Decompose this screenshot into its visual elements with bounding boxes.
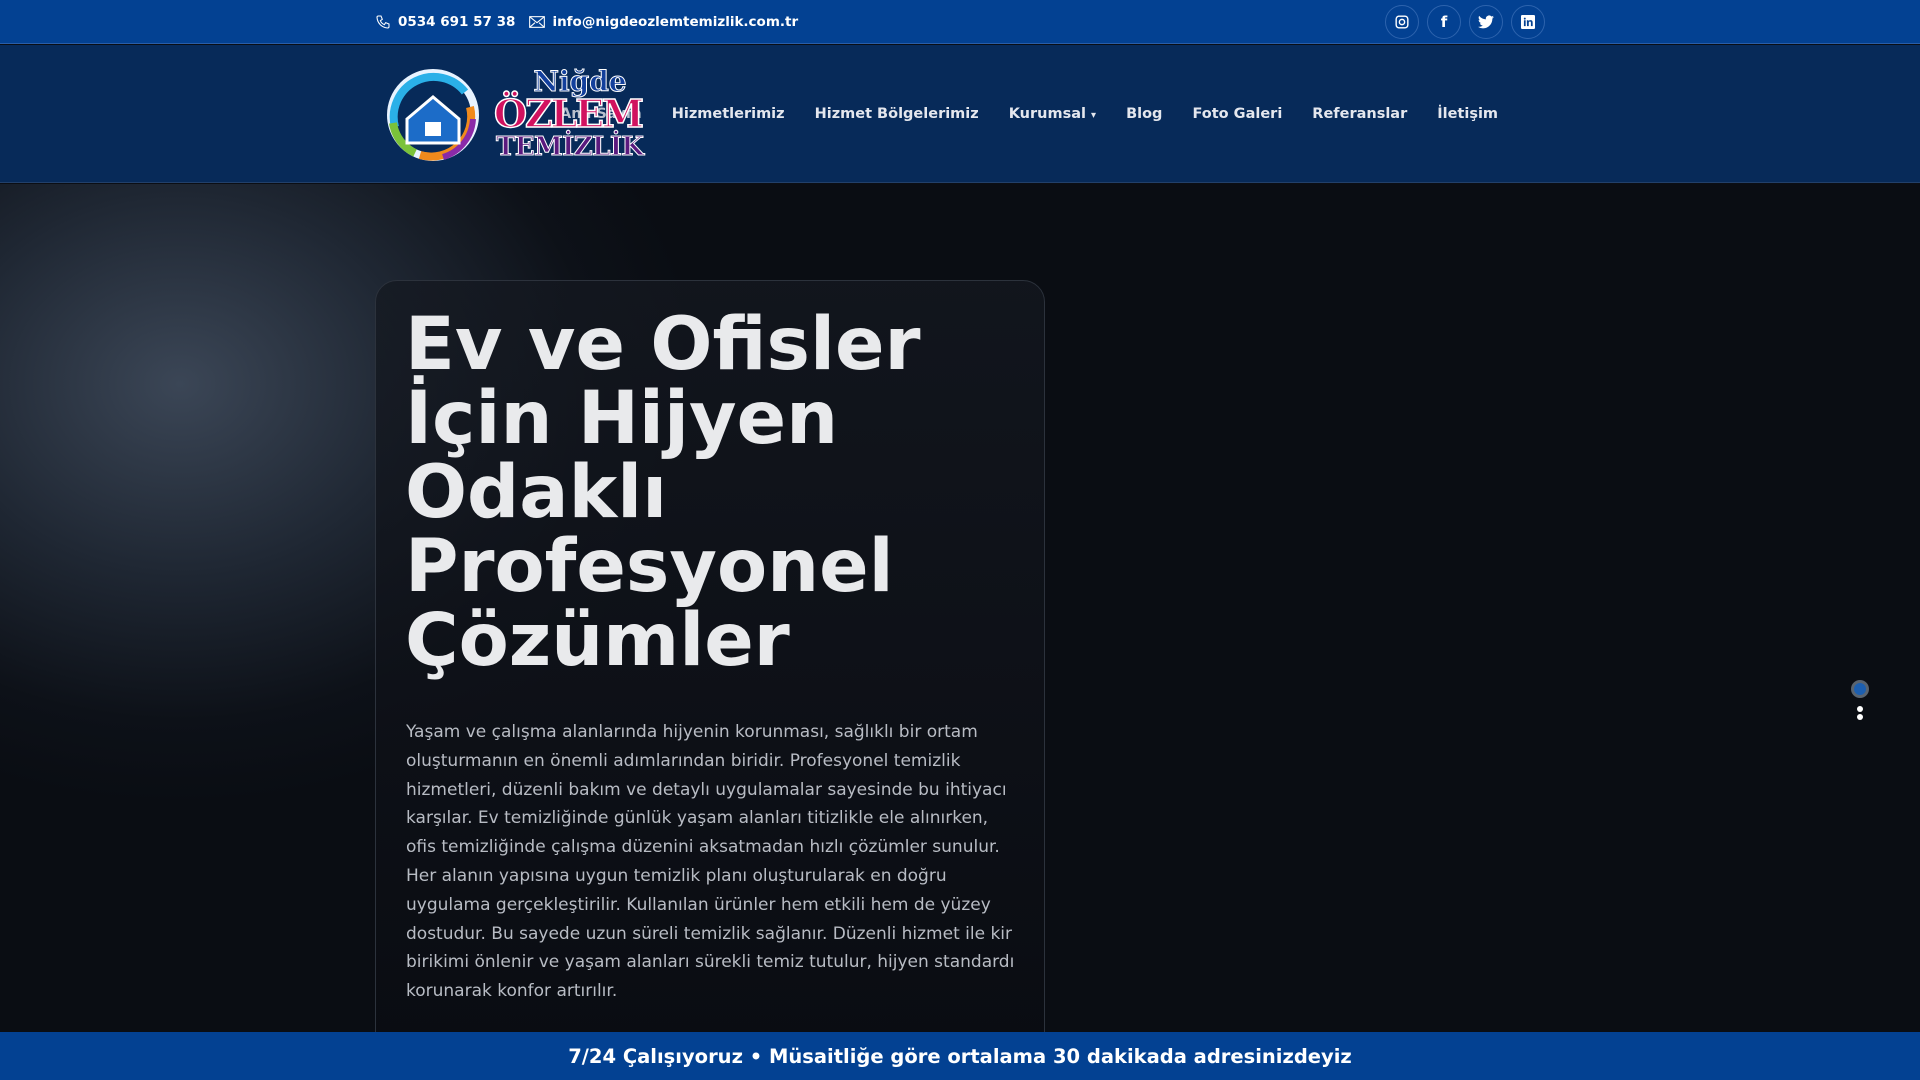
phone-number: 0534 691 57 38 xyxy=(398,14,516,30)
company-logo[interactable]: Niğde ÖZLEM TEMİZLİK xyxy=(375,67,655,162)
svg-text:ÖZLEM: ÖZLEM xyxy=(494,91,644,136)
chevron-down-icon: ▾ xyxy=(1091,110,1097,121)
slider-dot-active[interactable] xyxy=(1851,680,1869,698)
top-bar: 0534 691 57 38 info@nigdeozlemtemizlik.c… xyxy=(0,0,1920,44)
nav-item-hizmet-bolgelerimiz[interactable]: Hizmet Bölgelerimiz xyxy=(815,106,979,122)
linkedin-icon[interactable] xyxy=(1511,5,1545,39)
phone-icon xyxy=(376,15,390,29)
slider-dot[interactable] xyxy=(1857,714,1863,720)
main-header: Ana Sayfa Hizmetlerimiz Hizmet Bölgeleri… xyxy=(0,45,1920,183)
twitter-icon[interactable] xyxy=(1469,5,1503,39)
section-navigation xyxy=(1851,680,1869,720)
email-address: info@nigdeozlemtemizlik.com.tr xyxy=(552,14,799,30)
nav-item-blog[interactable]: Blog xyxy=(1126,106,1162,122)
nav-item-iletisim[interactable]: İletişim xyxy=(1437,106,1498,122)
nav-item-label: Kurumsal xyxy=(1008,106,1086,122)
announcement-bar: 7/24 Çalışıyoruz • Müsaitliğe göre ortal… xyxy=(0,1032,1920,1080)
main-nav: Ana Sayfa Hizmetlerimiz Hizmet Bölgeleri… xyxy=(560,45,1498,183)
hero-description: Yaşam ve çalışma alanlarında hijyenin ko… xyxy=(406,722,1015,1002)
hero-title: Ev ve Ofisler İçin Hijyen Odaklı Profesy… xyxy=(405,302,921,683)
phone-link[interactable]: 0534 691 57 38 xyxy=(375,14,515,30)
facebook-icon[interactable]: f xyxy=(1427,5,1461,39)
nav-item-hizmetlerimiz[interactable]: Hizmetlerimiz xyxy=(672,106,785,122)
announcement-text: 7/24 Çalışıyoruz • Müsaitliğe göre ortal… xyxy=(568,1044,1352,1068)
nav-item-foto-galeri[interactable]: Foto Galeri xyxy=(1192,106,1282,122)
nav-item-referanslar[interactable]: Referanslar xyxy=(1312,106,1407,122)
email-link[interactable]: info@nigdeozlemtemizlik.com.tr xyxy=(529,14,798,30)
instagram-icon[interactable] xyxy=(1385,5,1419,39)
svg-text:TEMİZLİK: TEMİZLİK xyxy=(496,130,645,162)
slider-dot[interactable] xyxy=(1857,706,1863,712)
nav-item-kurumsal[interactable]: Kurumsal ▾ xyxy=(1009,106,1096,122)
envelope-icon xyxy=(529,16,546,28)
